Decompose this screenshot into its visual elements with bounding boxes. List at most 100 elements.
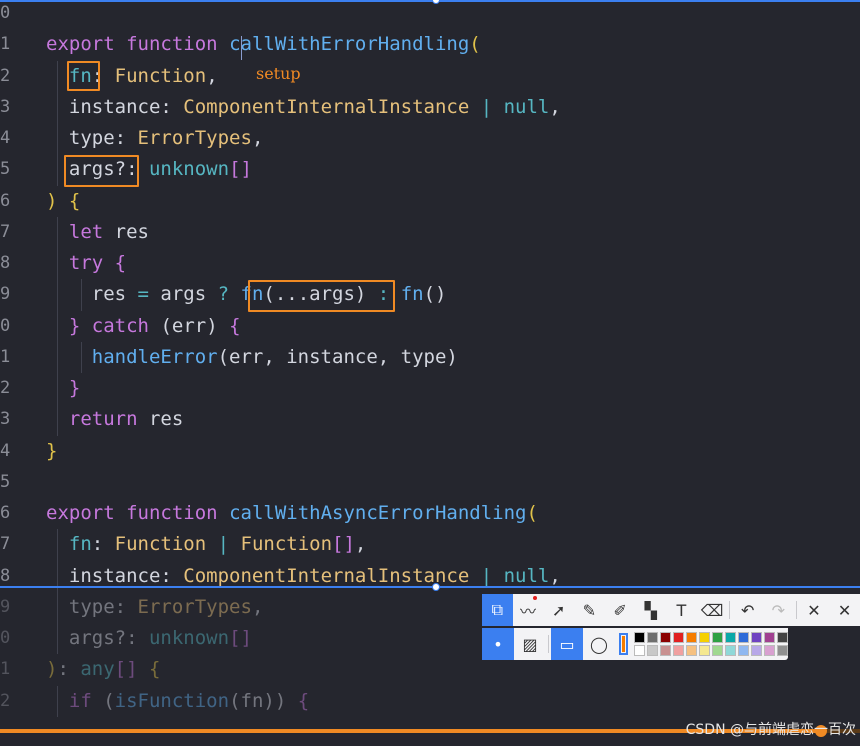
code-token: null [503,564,550,587]
code-line[interactable]: 9 res = args ? fn(...args) : fn() [0,279,860,310]
color-swatch[interactable] [660,645,671,656]
selection-bottom-edge[interactable] [0,586,860,588]
code-line[interactable]: 6) { [0,186,860,217]
indent-guide [57,404,58,436]
code-token: try [68,252,104,274]
color-swatch[interactable] [647,645,658,656]
color-swatch[interactable] [647,632,658,643]
color-swatch[interactable] [699,632,710,643]
code-line[interactable]: 3 instance: ComponentInternalInstance | … [0,92,860,123]
color-swatch[interactable] [673,645,684,656]
pen-icon: ✎ [582,600,597,620]
eraser-tool[interactable]: ⌫ [697,594,728,626]
toolbar-separator [729,601,731,619]
code-line[interactable]: 4} [0,436,860,467]
code-token: { [297,689,310,712]
stroke-thin-tool[interactable]: • [482,628,514,660]
mosaic-icon: ▚ [644,600,657,620]
code-line[interactable]: 8 try { [0,248,860,279]
code-token: unknown [148,158,230,181]
toolbar-separator [795,601,797,619]
color-swatch[interactable] [725,632,736,643]
code-token: ( [91,689,115,712]
code-line[interactable]: 3 return res [0,404,860,435]
code-token: res [91,283,127,306]
color-swatch[interactable] [725,645,736,656]
code-line[interactable]: 5 [0,467,860,498]
code-text: } catch (err) { [46,311,241,342]
rectangle-icon: ▭ [559,634,575,654]
current-color-swatch[interactable] [619,633,628,655]
indent-guide [57,623,58,655]
code-token: : [114,127,138,149]
select-tool[interactable]: ⧉ [482,594,513,626]
color-swatch[interactable] [751,645,762,656]
highlight-box-args-param [64,155,139,187]
line-number: 2 [0,690,11,711]
confirm-button[interactable]: ✕ [829,594,860,626]
color-swatch[interactable] [660,632,671,643]
color-swatch[interactable] [777,632,788,643]
highlight-box-fn-call [248,280,395,312]
code-line[interactable]: 7 fn: Function | Function[], [0,529,860,560]
ellipse-tool[interactable]: ◯ [583,628,615,660]
color-swatch[interactable] [634,632,645,643]
code-token: unknown [148,627,230,649]
code-line[interactable]: 1 handleError(err, instance, type) [0,342,860,373]
code-token: : [91,533,115,556]
color-swatch[interactable] [712,632,723,643]
code-line[interactable]: 6 export function callWithAsyncErrorHandl… [0,498,860,529]
code-token: ( [526,502,538,524]
text-tool[interactable]: T [666,594,697,626]
code-line[interactable]: 7 let res [0,217,860,248]
code-token: Function [114,533,207,556]
arrow-tool[interactable]: ➚ [543,594,574,626]
color-swatch[interactable] [686,645,697,656]
code-token: Function [240,533,333,556]
color-swatch[interactable] [777,645,788,656]
rectangle-tool[interactable]: ▭ [551,628,583,660]
hatch-icon: ▨ [522,634,538,654]
color-swatch[interactable] [751,632,762,643]
code-line[interactable]: 4 type: ErrorTypes, [0,123,860,154]
pen-tool[interactable]: ✎ [574,594,605,626]
color-swatch[interactable] [712,645,723,656]
color-swatch[interactable] [764,645,775,656]
code-token: : [114,595,138,618]
code-line[interactable]: 0 } catch (err) { [0,311,860,342]
undo-button[interactable]: ↶ [732,594,763,626]
line-number: 9 [0,284,11,305]
color-swatch[interactable] [764,632,775,643]
code-token: ComponentInternalInstance [183,95,470,118]
color-swatch[interactable] [738,632,749,643]
code-line[interactable]: 2 fn: Function, [0,61,860,92]
code-token: instance [68,95,161,118]
line-number: 4 [0,128,11,148]
mosaic-tool[interactable]: ▚ [635,594,666,626]
code-line[interactable]: 1 export function callWithErrorHandling( [0,29,860,60]
color-swatch[interactable] [686,632,697,643]
color-swatch[interactable] [699,645,710,656]
highlighter-tool[interactable]: ✐ [605,594,636,626]
code-token: | [469,564,504,587]
code-line[interactable]: 0 [0,0,860,29]
toolbar-separator [548,635,549,653]
redo-button[interactable]: ↷ [763,594,794,626]
code-line[interactable]: 2 } [0,373,860,404]
color-swatch[interactable] [634,645,645,656]
selection-top-edge[interactable] [0,0,860,2]
code-token: , [206,64,218,87]
code-text: fn: Function | Function[], [46,529,366,560]
color-swatch[interactable] [673,632,684,643]
fill-hatch-tool[interactable]: ▨ [514,628,546,660]
code-token: res [103,220,149,243]
polyline-tool[interactable]: 〰 [513,594,544,626]
code-line[interactable]: 2 if (isFunction(fn)) { [0,686,860,717]
code-token: handleError [91,345,218,368]
color-swatch[interactable] [738,645,749,656]
selection-handle-bottom[interactable] [432,583,440,591]
close-button[interactable]: ✕ [799,594,830,626]
